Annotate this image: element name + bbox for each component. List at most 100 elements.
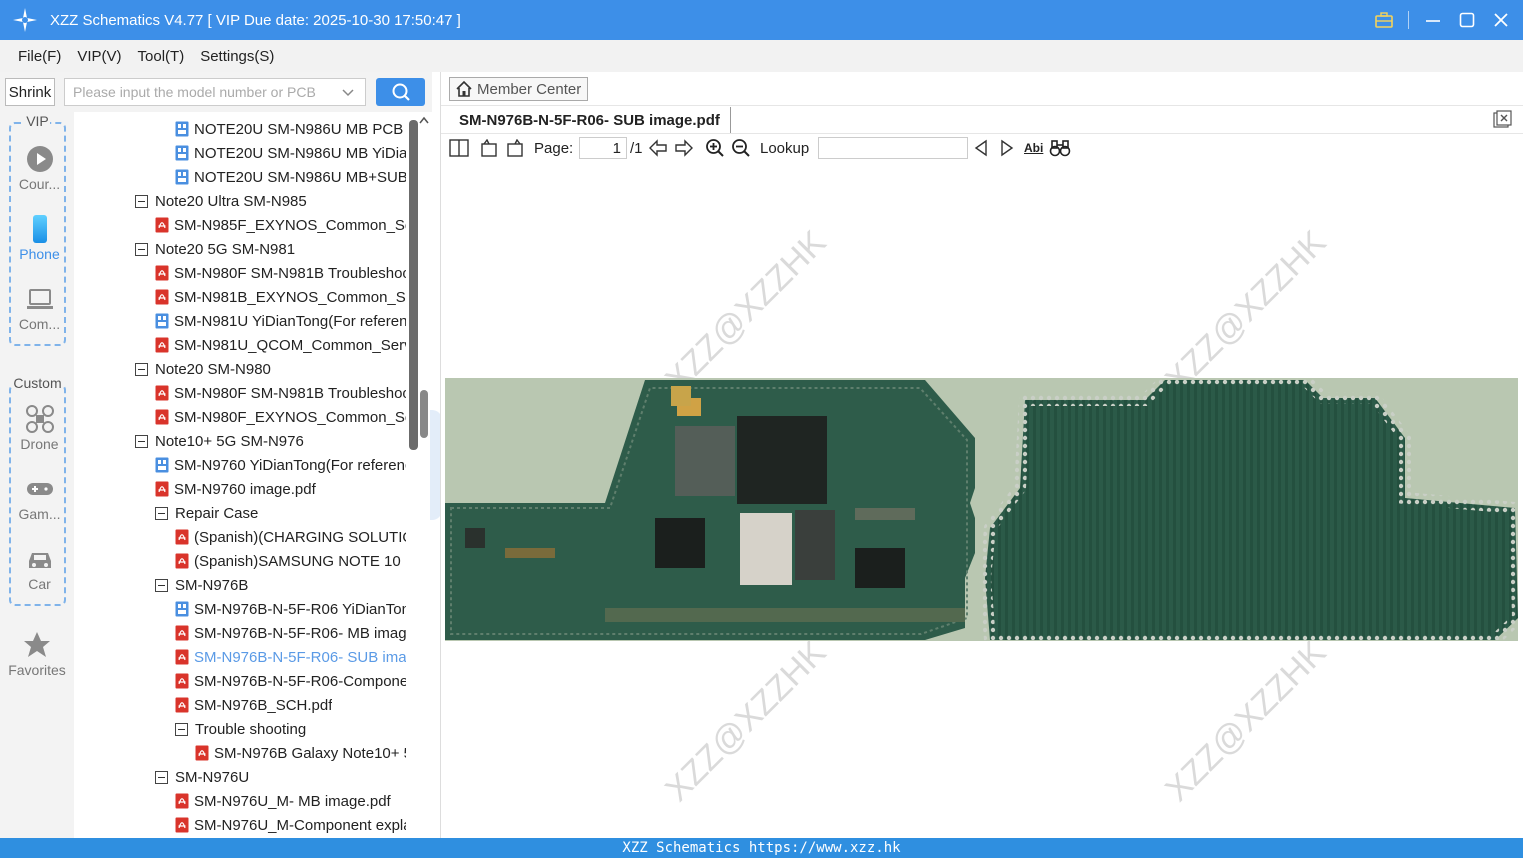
toggle-sidebar-button[interactable]	[449, 138, 469, 158]
close-button[interactable]	[1491, 10, 1511, 30]
prev-page-button[interactable]	[648, 138, 668, 158]
tree-file[interactable]: SM-N981B_EXYNOS_Common_Service	[155, 285, 406, 309]
rotate-left-button[interactable]	[479, 138, 499, 158]
maximize-icon	[1459, 12, 1475, 28]
shrink-button[interactable]: Shrink	[5, 78, 55, 106]
tree-file[interactable]: SM-N9760 YiDianTong(For reference)	[155, 453, 406, 477]
tree-file[interactable]: SM-N985F_EXYNOS_Common_Service	[155, 213, 406, 237]
tree-file[interactable]: SM-N980F SM-N981B Troubleshooting	[155, 261, 406, 285]
tree-item-label: SM-N976B_SCH.pdf	[194, 696, 333, 714]
tree-scroll-thumb-secondary[interactable]	[420, 390, 428, 438]
tree-file[interactable]: SM-N976B-N-5F-R06-Component	[175, 669, 406, 693]
nav-drone[interactable]: Drone	[11, 404, 68, 452]
tree-folder[interactable]: SM-N976U	[155, 765, 406, 789]
tree-file[interactable]: NOTE20U SM-N986U MB PCB layout	[175, 117, 406, 141]
tree-folder[interactable]: Repair Case	[155, 501, 406, 525]
tree-folder[interactable]: Note20 5G SM-N981	[135, 237, 406, 261]
scroll-up-icon[interactable]	[419, 116, 429, 124]
window-controls	[1374, 0, 1511, 40]
tree-file[interactable]: SM-N976U_M- MB image.pdf	[175, 789, 406, 813]
nav-favorites[interactable]: Favorites	[0, 630, 74, 678]
tree-file[interactable]: SM-N980F_EXYNOS_Common_Service	[155, 405, 406, 429]
tree-file[interactable]: SM-N976B_SCH.pdf	[175, 693, 406, 717]
minimize-icon	[1426, 20, 1440, 22]
tree-file[interactable]: SM-N976B Galaxy Note10+ 5G	[195, 741, 406, 765]
status-bar: XZZ Schematics https://www.xzz.hk	[0, 838, 1523, 858]
menu-file[interactable]: File(F)	[18, 48, 61, 65]
tree-file[interactable]: SM-N976U_M-Component explanation	[175, 813, 406, 837]
tree-folder[interactable]: Note20 SM-N980	[135, 357, 406, 381]
tree-folder[interactable]: Note10+ 5G SM-N976	[135, 429, 406, 453]
triangle-right-icon	[1001, 139, 1014, 157]
document-tab[interactable]: SM-N976B-N-5F-R06- SUB image.pdf	[449, 107, 731, 133]
menu-settings[interactable]: Settings(S)	[200, 48, 274, 65]
nav-game[interactable]: Gam...	[11, 474, 68, 522]
star-icon	[24, 632, 50, 657]
pdf-file-icon	[175, 625, 189, 641]
nav-car[interactable]: Car	[11, 544, 68, 592]
split-view-icon	[449, 139, 469, 157]
nav-phone[interactable]: Phone	[11, 214, 68, 262]
tree-file[interactable]: SM-N980F SM-N981B Troubleshooting	[155, 381, 406, 405]
match-case-button[interactable]: Abi	[1024, 138, 1043, 158]
close-icon	[1494, 13, 1508, 27]
search-input[interactable]: Please input the model number or PCB	[64, 78, 366, 106]
search-button[interactable]	[376, 78, 425, 106]
menu-vip[interactable]: VIP(V)	[77, 48, 121, 65]
tree-file[interactable]: NOTE20U SM-N986U MB YiDianTong	[175, 141, 406, 165]
tree-item-label: SM-N976B Galaxy Note10+ 5G	[214, 744, 406, 762]
find-next-button[interactable]	[999, 138, 1015, 158]
minimize-button[interactable]	[1423, 10, 1443, 30]
collapse-toggle-icon[interactable]	[135, 362, 148, 376]
nav-computer[interactable]: Com...	[11, 284, 68, 332]
vip-group-label: VIP	[25, 113, 50, 129]
tree-scrollbar[interactable]	[406, 112, 432, 838]
briefcase-button[interactable]	[1374, 10, 1394, 30]
tree-file[interactable]: SM-N981U_QCOM_Common_Service	[155, 333, 406, 357]
page-number-input[interactable]: 1	[579, 137, 627, 159]
tree-scroll-thumb[interactable]	[409, 120, 418, 450]
tree-file[interactable]: SM-N9760 image.pdf	[155, 477, 406, 501]
find-all-button[interactable]	[1049, 138, 1071, 158]
lookup-input[interactable]	[818, 137, 968, 159]
tree-file[interactable]: NOTE20U SM-N986U MB+SUB YiDianTong	[175, 165, 406, 189]
tree-folder[interactable]: Note20 Ultra SM-N985	[135, 189, 406, 213]
collapse-toggle-icon[interactable]	[155, 578, 168, 592]
tree-file[interactable]: SM-N976B-N-5F-R06- SUB image.pdf	[175, 645, 406, 669]
window-title: XZZ Schematics V4.77 [ VIP Due date: 202…	[50, 11, 461, 29]
member-center-button[interactable]: Member Center	[449, 77, 588, 101]
zoom-in-button[interactable]	[705, 138, 725, 158]
pdf-viewer[interactable]: XZZ@XZZHK XZZ@XZZHK XZZ@XZZHK XZZ@XZZHK	[441, 162, 1523, 838]
collapse-toggle-icon[interactable]	[135, 434, 148, 448]
collapse-toggle-icon[interactable]	[135, 194, 148, 208]
menu-tool[interactable]: Tool(T)	[138, 48, 185, 65]
nav-courses[interactable]: Cour...	[11, 144, 68, 192]
tree-file[interactable]: SM-N981U YiDianTong(For reference)	[155, 309, 406, 333]
tree-file[interactable]: SM-N976B-N-5F-R06 YiDianTong	[175, 597, 406, 621]
tree-item-label: SM-N976B-N-5F-R06- MB image.pdf	[194, 624, 406, 642]
search-icon	[392, 83, 410, 101]
collapse-toggle-icon[interactable]	[135, 242, 148, 256]
rotate-right-button[interactable]	[505, 138, 525, 158]
find-prev-button[interactable]	[973, 138, 989, 158]
next-page-button[interactable]	[674, 138, 694, 158]
collapse-toggle-icon[interactable]	[155, 506, 168, 520]
tree-folder[interactable]: Trouble shooting	[175, 717, 406, 741]
zoom-out-button[interactable]	[731, 138, 751, 158]
tree-file[interactable]: SM-N976B-N-5F-R06- MB image.pdf	[175, 621, 406, 645]
phone-icon	[32, 215, 47, 243]
pdf-file-icon	[155, 265, 169, 281]
tree-file[interactable]: (Spanish)SAMSUNG NOTE 10 PLUS	[175, 549, 406, 573]
pdf-file-icon	[155, 289, 169, 305]
tree-folder[interactable]: SM-N976B	[155, 573, 406, 597]
collapse-toggle-icon[interactable]	[175, 722, 188, 736]
collapse-toggle-icon[interactable]	[155, 770, 168, 784]
tree-file[interactable]: (Spanish)(CHARGING SOLUTION)	[175, 525, 406, 549]
close-tab-icon[interactable]	[1493, 110, 1513, 128]
pdf-file-icon	[155, 481, 169, 497]
pdf-file-icon	[155, 337, 169, 353]
schematic-file-icon	[175, 145, 189, 161]
chevron-down-icon[interactable]	[341, 85, 355, 99]
maximize-button[interactable]	[1457, 10, 1477, 30]
search-toolbar: Shrink Please input the model number or …	[0, 72, 432, 112]
